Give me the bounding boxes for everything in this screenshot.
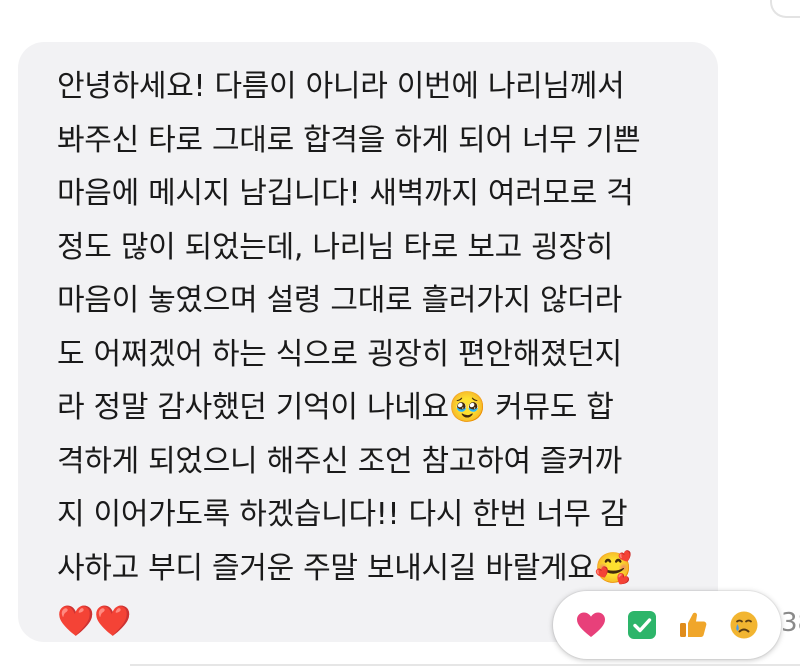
pleading-face-emoji: 🥹: [448, 390, 486, 425]
message-line-7: 라 정말 감사했던 기억이 나네요🥹 커뮤도 합: [57, 381, 707, 435]
message-line-9: 지 이어가도록 하겠습니다!! 다시 한번 너무 감: [57, 497, 628, 532]
message-line-1: 안녕하세요! 다름이 아니라 이번에 나리님께서: [57, 69, 625, 104]
message-line-2: 봐주신 타로 그대로 합격을 하게 되어 너무 기쁜: [57, 122, 641, 158]
reaction-bar: [553, 591, 781, 659]
reaction-crying[interactable]: [724, 605, 764, 645]
red-hearts-emoji: ❤️❤️: [57, 604, 132, 639]
message-line-7-text: 라 정말 감사했던 기억이 나네요: [57, 390, 449, 425]
crying-face-icon: [730, 611, 757, 639]
side-number: 38: [781, 608, 800, 638]
message-text: 안녕하세요! 다름이 아니라 이번에 나리님께서 봐주신 타로 그대로 합격을 …: [57, 60, 707, 649]
thumbs-up-icon: [679, 612, 706, 637]
message-line-7-tail: 커뮤도 합: [485, 390, 614, 425]
bottom-divider: [130, 664, 800, 666]
message-line-4: 정도 많이 되었는데, 나리님 타로 보고 굉장히: [57, 229, 614, 265]
heart-icon: [576, 612, 605, 637]
smiling-hearts-emoji: 🥰: [594, 550, 632, 586]
reaction-heart[interactable]: [571, 605, 611, 645]
message-line-3: 마음에 메시지 남깁니다! 새벽까지 여러모로 걱: [57, 176, 634, 211]
previous-bubble-edge: [770, 0, 800, 18]
reaction-thumbs-up[interactable]: [673, 605, 713, 645]
check-mark-icon: [627, 611, 656, 639]
reaction-check[interactable]: [622, 605, 662, 645]
message-line-10-text: 사하고 부디 즐거운 주말 보내시길 바랄게요: [57, 550, 595, 586]
message-line-6: 도 어쩌겠어 하는 식으로 굉장히 편안해졌던지: [57, 336, 622, 372]
message-line-8: 격하게 되었으니 해주신 조언 참고하여 즐커까: [57, 443, 622, 479]
chat-view: 안녕하세요! 다름이 아니라 이번에 나리님께서 봐주신 타로 그대로 합격을 …: [0, 0, 800, 668]
message-line-5: 마음이 놓였으며 설령 그대로 흘러가지 않더라: [57, 283, 622, 318]
message-line-10: 사하고 부디 즐거운 주말 보내시길 바랄게요🥰: [57, 542, 707, 596]
